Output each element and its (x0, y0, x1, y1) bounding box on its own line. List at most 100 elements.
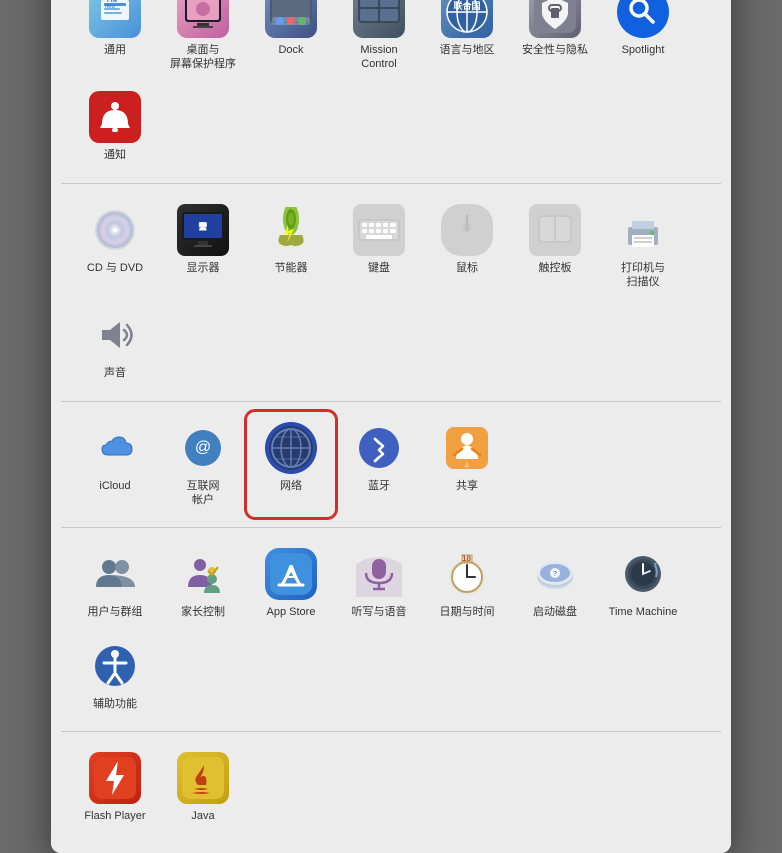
section-internet: iCloud @ 互联网帐户 (61, 402, 721, 529)
icon-item-flash[interactable]: Flash Player (71, 742, 159, 833)
icon-item-startup[interactable]: ? 启动磁盘 (511, 538, 599, 629)
security-icon (529, 0, 581, 38)
startup-label: 启动磁盘 (533, 605, 577, 619)
icon-item-language[interactable]: 联合国 语言与地区 (423, 0, 511, 81)
spotlight-label: Spotlight (622, 43, 665, 57)
icon-item-dictation[interactable]: 听写与语音 (335, 538, 423, 629)
users-icon (89, 548, 141, 600)
svg-text:?: ? (553, 571, 557, 578)
general-icon: File New (89, 0, 141, 38)
mission-label: MissionControl (360, 43, 397, 72)
flash-label: Flash Player (84, 809, 145, 823)
accessibility-label: 辅助功能 (93, 697, 137, 711)
trackpad-label: 触控板 (539, 261, 572, 275)
svg-text:New: New (105, 4, 115, 10)
datetime-icon: 18 (441, 548, 493, 600)
section-system: 用户与群组 家长控制 (61, 528, 721, 732)
icon-item-sound[interactable]: 声音 (71, 299, 159, 390)
system-icons-grid: 用户与群组 家长控制 (61, 538, 721, 721)
display-label: 显示器 (187, 261, 220, 275)
icon-item-java[interactable]: Java (159, 742, 247, 833)
printer-icon (617, 204, 669, 256)
icon-item-mouse[interactable]: 鼠标 (423, 194, 511, 300)
icon-item-datetime[interactable]: 18 日期与时间 (423, 538, 511, 629)
cd-icon (89, 204, 141, 256)
sound-icon (89, 309, 141, 361)
icon-item-cd[interactable]: CD 与 DVD (71, 194, 159, 300)
svg-text:⚠: ⚠ (464, 462, 470, 469)
appstore-label: App Store (267, 605, 316, 619)
icon-item-general[interactable]: File New 通用 (71, 0, 159, 81)
icon-item-network[interactable]: 网络 (247, 412, 335, 518)
cd-label: CD 与 DVD (87, 261, 143, 275)
icon-item-timemachine[interactable]: Time Machine (599, 538, 687, 629)
internet-icons-grid: iCloud @ 互联网帐户 (61, 412, 721, 518)
section-personal: File New 通用 (61, 0, 721, 184)
icon-item-accessibility[interactable]: 辅助功能 (71, 630, 159, 721)
icon-item-users[interactable]: 用户与群组 (71, 538, 159, 629)
startup-icon: ? (529, 548, 581, 600)
notification-label: 通知 (104, 148, 126, 162)
icon-item-appstore[interactable]: A App Store (247, 538, 335, 629)
java-label: Java (191, 809, 214, 823)
trackpad-icon (529, 204, 581, 256)
content-area: File New 通用 (51, 0, 731, 853)
network-icon (265, 422, 317, 474)
icon-item-energy[interactable]: 节能器 (247, 194, 335, 300)
internet-label: 互联网帐户 (187, 479, 220, 508)
section-other: Flash Player Java (61, 732, 721, 843)
other-icons-grid: Flash Player Java (61, 742, 721, 833)
parental-icon (177, 548, 229, 600)
display-icon: 🖥 (177, 204, 229, 256)
icon-item-printer[interactable]: 打印机与扫描仪 (599, 194, 687, 300)
icon-item-mission[interactable]: MissionControl (335, 0, 423, 81)
icon-item-icloud[interactable]: iCloud (71, 412, 159, 518)
java-icon (177, 752, 229, 804)
energy-label: 节能器 (275, 261, 308, 275)
energy-icon (265, 204, 317, 256)
personal-icons-grid: File New 通用 (61, 0, 721, 173)
printer-label: 打印机与扫描仪 (621, 261, 665, 290)
datetime-label: 日期与时间 (440, 605, 495, 619)
users-label: 用户与群组 (88, 605, 143, 619)
icon-item-security[interactable]: 安全性与隐私 (511, 0, 599, 81)
icloud-icon (89, 422, 141, 474)
internet-icon: @ (177, 422, 229, 474)
section-hardware: CD 与 DVD 🖥 显示器 (61, 184, 721, 402)
desktop-icon (177, 0, 229, 38)
bluetooth-label: 蓝牙 (368, 479, 390, 493)
sharing-label: 共享 (456, 479, 478, 493)
icon-item-notification[interactable]: 通知 (71, 81, 159, 172)
parental-label: 家长控制 (181, 605, 225, 619)
dictation-icon (353, 548, 405, 600)
mouse-label: 鼠标 (456, 261, 478, 275)
icon-item-sharing[interactable]: ⚠ 共享 (423, 412, 511, 518)
icon-item-dock[interactable]: Dock (247, 0, 335, 81)
desktop-label: 桌面与屏幕保护程序 (170, 43, 236, 72)
main-window: 系统偏好设置 ◀ ▶ 全部显示 🔍 (51, 0, 731, 853)
icon-item-trackpad[interactable]: 触控板 (511, 194, 599, 300)
keyboard-icon (353, 204, 405, 256)
icon-item-display[interactable]: 🖥 显示器 (159, 194, 247, 300)
svg-text:@: @ (195, 439, 211, 456)
language-label: 语言与地区 (440, 43, 495, 57)
icon-item-desktop[interactable]: 桌面与屏幕保护程序 (159, 0, 247, 81)
timemachine-icon (617, 548, 669, 600)
spotlight-icon (617, 0, 669, 38)
bluetooth-icon (353, 422, 405, 474)
general-label: 通用 (104, 43, 126, 57)
dock-label: Dock (278, 43, 303, 57)
mission-icon (353, 0, 405, 38)
icon-item-spotlight[interactable]: Spotlight (599, 0, 687, 81)
dictation-label: 听写与语音 (352, 605, 407, 619)
network-label: 网络 (280, 479, 302, 493)
notification-icon (89, 91, 141, 143)
accessibility-icon (89, 640, 141, 692)
sound-label: 声音 (104, 366, 126, 380)
appstore-icon: A (265, 548, 317, 600)
icon-item-bluetooth[interactable]: 蓝牙 (335, 412, 423, 518)
svg-text:联合国: 联合国 (453, 0, 480, 11)
icon-item-keyboard[interactable]: 键盘 (335, 194, 423, 300)
icon-item-parental[interactable]: 家长控制 (159, 538, 247, 629)
icon-item-internet[interactable]: @ 互联网帐户 (159, 412, 247, 518)
